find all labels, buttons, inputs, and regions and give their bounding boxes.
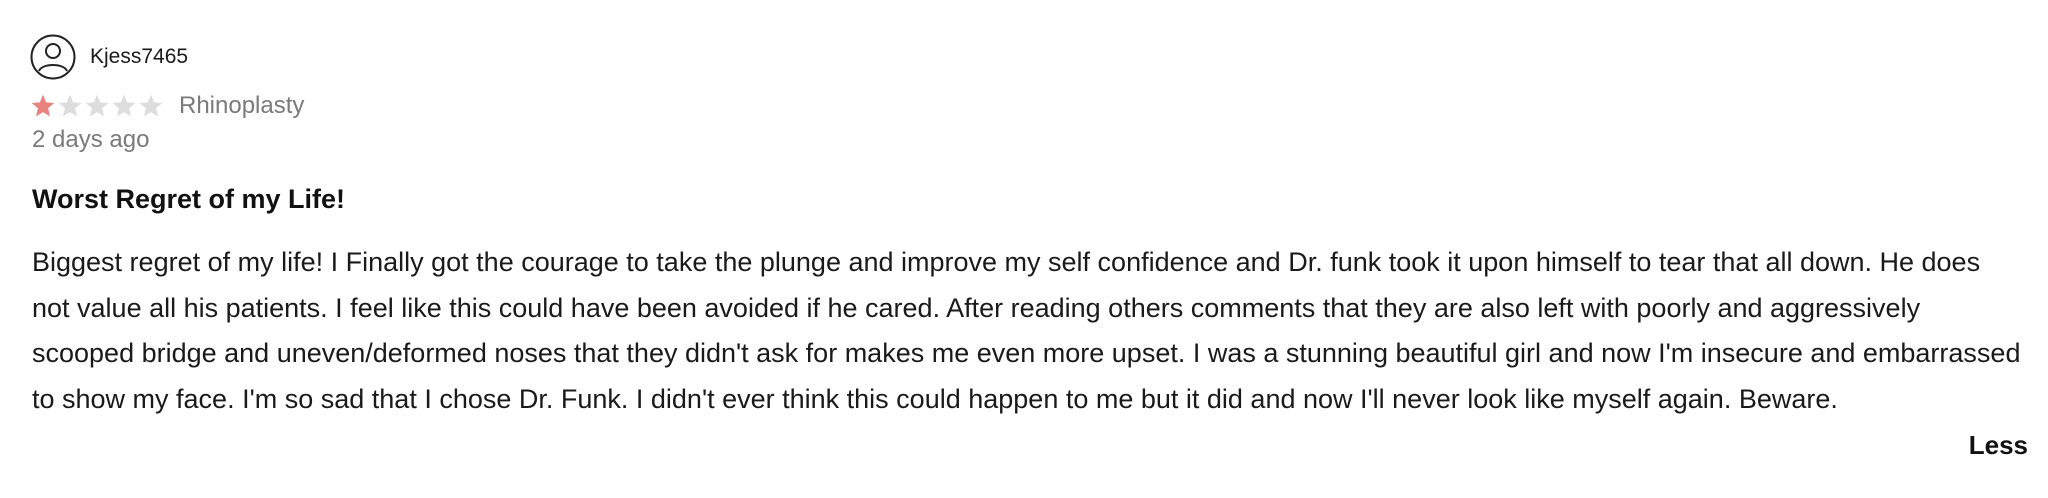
user-avatar-icon: [30, 34, 76, 80]
review-title: Worst Regret of my Life!: [32, 184, 346, 214]
rating-row: Rhinoplasty: [30, 92, 304, 120]
star-filled-icon: [30, 93, 56, 119]
review-body: Biggest regret of my life! I Finally got…: [32, 247, 2021, 414]
star-empty-icon: [84, 93, 110, 119]
review-card: Kjess7465 Rhinoplasty 2 days ago Worst R…: [0, 0, 2048, 498]
star-empty-icon: [57, 93, 83, 119]
review-date: 2 days ago: [32, 126, 150, 153]
reviewer-username: Kjess7465: [90, 45, 189, 68]
star-empty-icon: [138, 93, 164, 119]
reviewer-info: Kjess7465: [30, 34, 188, 80]
star-rating: [30, 93, 165, 119]
star-empty-icon: [111, 93, 137, 119]
procedure-label: Rhinoplasty: [179, 92, 305, 119]
less-button[interactable]: Less: [1969, 430, 2028, 461]
